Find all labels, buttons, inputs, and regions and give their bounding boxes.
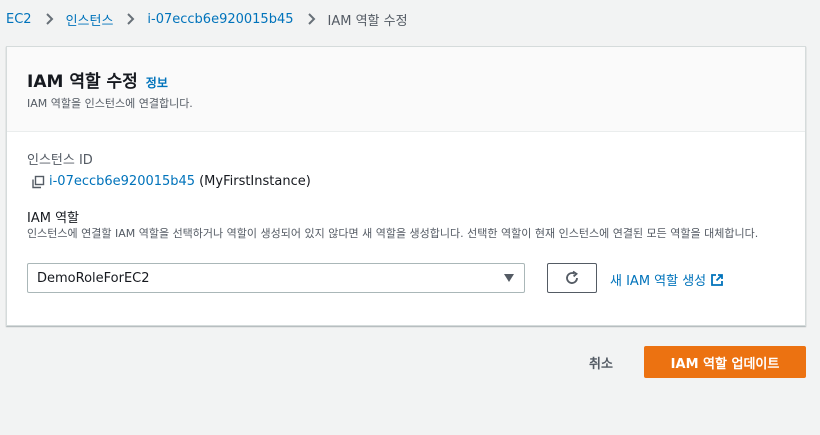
info-link[interactable]: 정보 [146, 74, 168, 91]
instance-id-link[interactable]: i-07eccb6e920015b45 [49, 174, 195, 189]
chevron-right-icon [42, 12, 56, 26]
breadcrumb-instance-id-link[interactable]: i-07eccb6e920015b45 [147, 12, 293, 27]
panel-title-row: IAM 역할 수정 정보 [27, 67, 168, 92]
instance-name: (MyFirstInstance) [199, 174, 311, 189]
external-link-icon [710, 273, 724, 287]
update-iam-role-button[interactable]: IAM 역할 업데이트 [644, 346, 806, 378]
page-title: IAM 역할 수정 [27, 72, 138, 92]
instance-id-label: 인스턴스 ID [27, 153, 93, 168]
chevron-right-icon [123, 12, 137, 26]
panel-header: IAM 역할 수정 정보 IAM 역할을 인스턴스에 연결합니다. [7, 47, 805, 132]
refresh-icon [564, 270, 580, 286]
modify-iam-role-panel: IAM 역할 수정 정보 IAM 역할을 인스턴스에 연결합니다. 인스턴스 I… [6, 46, 806, 326]
iam-role-description: 인스턴스에 연결할 IAM 역할을 선택하거나 역할이 생성되어 있지 않다면 … [27, 227, 759, 240]
instance-id-row: i-07eccb6e920015b45 (MyFirstInstance) [31, 174, 311, 189]
iam-role-select[interactable]: DemoRoleForEC2 [27, 263, 525, 293]
caret-down-icon [504, 274, 514, 282]
cancel-button[interactable]: 취소 [574, 346, 628, 378]
breadcrumb-current: IAM 역할 수정 [327, 13, 408, 29]
breadcrumb-ec2-link[interactable]: EC2 [6, 12, 32, 27]
iam-role-label: IAM 역할 [27, 211, 79, 226]
breadcrumb-instances-link[interactable]: 인스턴스 [66, 10, 114, 29]
chevron-right-icon [304, 12, 318, 26]
create-iam-role-link[interactable]: 새 IAM 역할 생성 [610, 270, 724, 289]
copy-icon[interactable] [31, 175, 45, 189]
iam-role-select-value: DemoRoleForEC2 [37, 270, 150, 286]
refresh-button[interactable] [547, 263, 597, 293]
create-iam-role-label: 새 IAM 역할 생성 [610, 274, 707, 289]
breadcrumb: EC2 인스턴스 i-07eccb6e920015b45 IAM 역할 수정 [6, 9, 408, 29]
panel-description: IAM 역할을 인스턴스에 연결합니다. [27, 97, 193, 110]
